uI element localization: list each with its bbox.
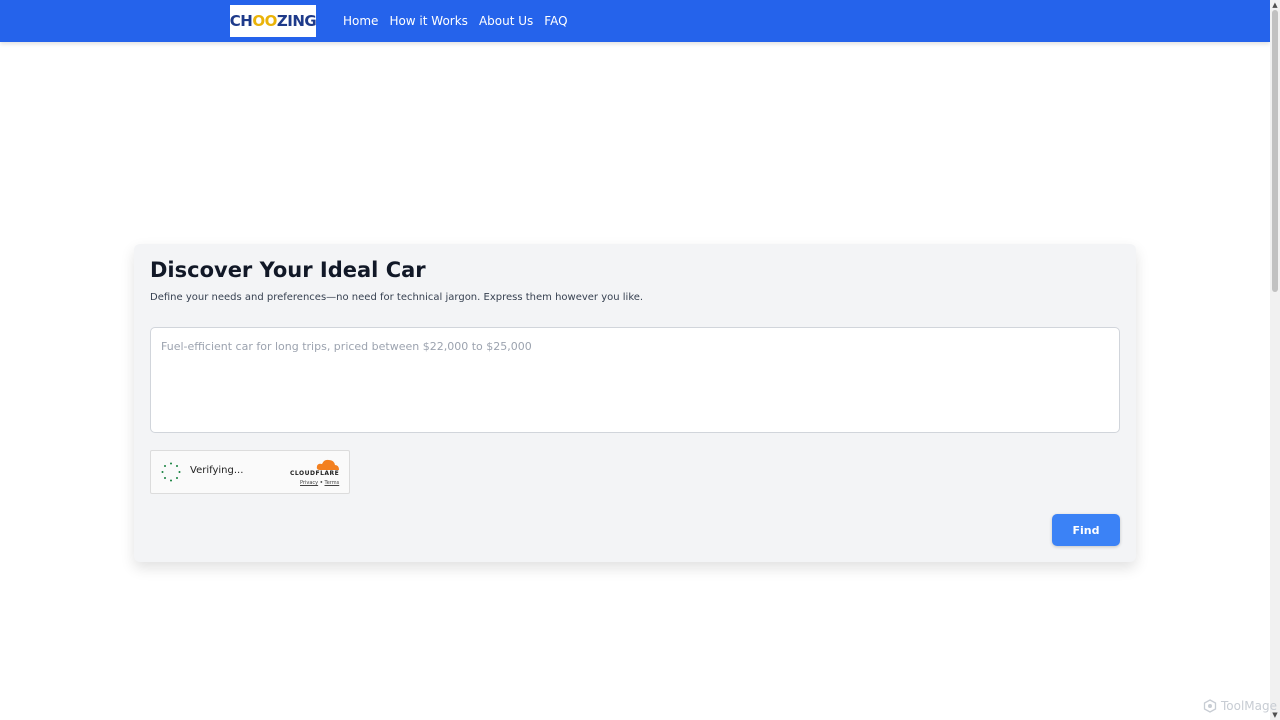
spinner-icon <box>161 462 181 482</box>
logo-text-ch: CH <box>229 12 253 30</box>
captcha-status: Verifying... <box>190 465 244 476</box>
car-preferences-input[interactable] <box>150 327 1120 433</box>
page-subtitle: Define your needs and preferences—no nee… <box>150 292 644 303</box>
captcha-link-separator: • <box>319 480 323 486</box>
logo-text-zing: ZING <box>276 12 317 30</box>
choozing-logo[interactable]: CH OO ZING <box>229 5 317 37</box>
nav-home-link[interactable]: Home <box>343 14 378 28</box>
nav-how-it-works-link[interactable]: How it Works <box>389 14 468 28</box>
scroll-up-arrow-icon[interactable]: ▲ <box>1270 1 1280 9</box>
top-navbar: CH OO ZING Home How it Works About Us FAQ <box>0 0 1270 42</box>
car-search-card: Discover Your Ideal Car Define your need… <box>134 244 1136 562</box>
logo-text-oo: OO <box>252 12 277 30</box>
page-title: Discover Your Ideal Car <box>150 258 426 282</box>
cloudflare-logo-text: CLOUDFLARE <box>290 470 340 477</box>
captcha-privacy-link[interactable]: Privacy <box>300 480 318 486</box>
main-nav: Home How it Works About Us FAQ <box>343 0 568 42</box>
cloudflare-captcha-widget[interactable]: Verifying... CLOUDFLARE Privacy • Terms <box>150 450 350 494</box>
toolmage-watermark: ToolMage <box>1203 699 1277 713</box>
nav-about-us-link[interactable]: About Us <box>479 14 533 28</box>
captcha-terms-link[interactable]: Terms <box>325 480 340 486</box>
scrollbar-thumb[interactable] <box>1272 10 1278 292</box>
nav-faq-link[interactable]: FAQ <box>544 14 567 28</box>
captcha-links: Privacy • Terms <box>300 480 339 486</box>
toolmage-icon <box>1203 699 1217 713</box>
page-scrollbar[interactable]: ▲ ▼ <box>1270 0 1280 720</box>
find-button[interactable]: Find <box>1052 514 1120 546</box>
watermark-text: ToolMage <box>1221 699 1278 713</box>
